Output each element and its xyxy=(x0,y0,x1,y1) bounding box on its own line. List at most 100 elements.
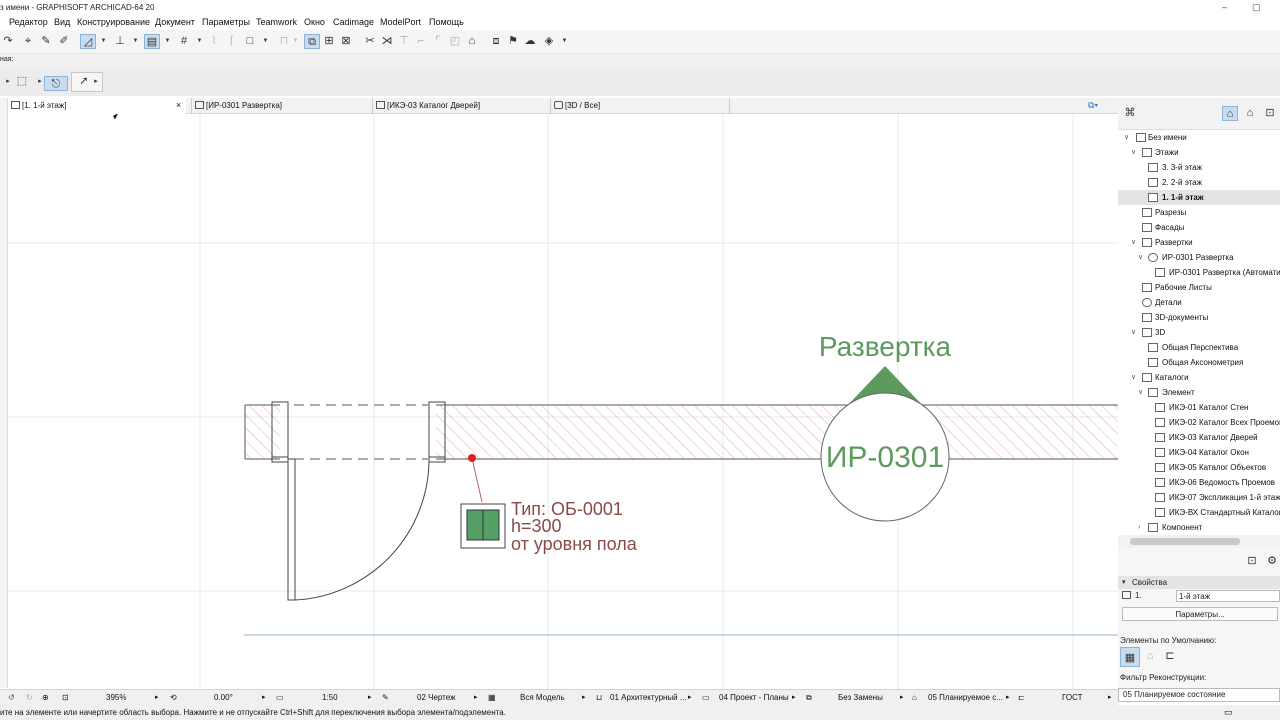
panel-toggle-icon[interactable]: ▭ xyxy=(1224,705,1233,720)
view-map-icon[interactable]: ⌂ xyxy=(1242,106,1258,121)
layer-dropdown-icon[interactable]: ▸ xyxy=(688,693,692,701)
roof-icon[interactable]: ⌂ xyxy=(464,34,480,49)
suspend-groups-icon[interactable]: ⧉ xyxy=(304,34,320,49)
override-dropdown-icon[interactable]: ▸ xyxy=(900,693,904,701)
nav-item-facades[interactable]: Фасады xyxy=(1118,220,1280,235)
menu-help[interactable]: Помощь xyxy=(429,17,464,27)
fillet-icon[interactable]: ⌐ xyxy=(413,34,429,49)
nav-item-elevation-auto[interactable]: ИР-0301 Развертка (Автоматич xyxy=(1118,265,1280,280)
grid-dropdown-icon[interactable]: ▼ xyxy=(196,34,203,49)
nav-item-component[interactable]: › Компонент xyxy=(1118,520,1280,535)
angle-dropdown-icon[interactable]: ▸ xyxy=(262,693,266,701)
tab-elevation[interactable]: [ИР-0301 Развертка] xyxy=(191,98,371,114)
dimension-value[interactable]: ГОСТ xyxy=(1062,693,1083,702)
nav-item-3d-documents[interactable]: 3D-документы xyxy=(1118,310,1280,325)
zoom-dropdown-icon[interactable]: ▸ xyxy=(155,693,159,701)
nav-item-schedules[interactable]: ∨ Каталоги xyxy=(1118,370,1280,385)
nav-item-stories[interactable]: ∨ Этажи xyxy=(1118,145,1280,160)
navigator-menu-icon[interactable]: ⌘ xyxy=(1122,106,1138,121)
guide-lines-icon[interactable]: ◿ xyxy=(80,34,96,49)
model-view-dropdown-icon[interactable]: ▸ xyxy=(582,693,586,701)
snap-icon[interactable]: ⌖ xyxy=(20,34,36,49)
rotated-marquee-icon[interactable]: ⎋ xyxy=(44,76,68,91)
menu-modelport[interactable]: ModelPort xyxy=(380,17,421,27)
snap-guides-dropdown-icon[interactable]: ▼ xyxy=(132,34,139,49)
pen-set-value[interactable]: 02 Чертеж xyxy=(417,693,455,702)
menu-design[interactable]: Конструирование xyxy=(77,17,150,27)
brush-icon[interactable]: ⚑ xyxy=(505,34,521,49)
pen-set-icon[interactable]: ✎ xyxy=(382,693,389,702)
layer-dropdown-icon[interactable]: ▼ xyxy=(164,34,171,49)
render-dropdown-icon[interactable]: ▼ xyxy=(561,34,568,49)
adjust-icon[interactable]: ◰ xyxy=(447,34,463,49)
redo-icon[interactable]: ↷ xyxy=(0,34,16,49)
view-set-icon[interactable]: ▭ xyxy=(702,693,710,702)
tabs-menu-icon[interactable]: ⧉▾ xyxy=(1088,100,1098,111)
solid-ops-icon[interactable]: ⧈ xyxy=(488,34,504,49)
nav-item-schedule-standard[interactable]: ИКЭ-ВХ Стандартный Каталог xyxy=(1118,505,1280,520)
nav-item-axonometry[interactable]: Общая Аксонометрия xyxy=(1118,355,1280,370)
menu-teamwork[interactable]: Teamwork xyxy=(256,17,297,27)
window-icon[interactable]: □ xyxy=(242,34,258,49)
nav-item-details[interactable]: Детали xyxy=(1118,295,1280,310)
menu-options[interactable]: Параметры xyxy=(202,17,250,27)
maximize-button[interactable]: ▢ xyxy=(1252,2,1261,13)
nav-item-3d[interactable]: ∨ 3D xyxy=(1118,325,1280,340)
angle-value[interactable]: 0.00° xyxy=(214,693,233,702)
trim-icon[interactable]: ⊤ xyxy=(396,34,412,49)
grid-icon[interactable]: # xyxy=(176,34,192,49)
zoom-in-icon[interactable]: ⊕ xyxy=(42,693,49,702)
nav-item-project[interactable]: ∨ Без имени xyxy=(1118,130,1280,145)
view-set-value[interactable]: 04 Проект - Планы xyxy=(719,693,789,702)
renovation-value[interactable]: 05 Планируемое с... xyxy=(928,693,1003,702)
layer-combination-icon[interactable]: ▤ xyxy=(144,34,160,49)
properties-header[interactable]: ▾ Свойства xyxy=(1118,576,1280,589)
project-map-icon[interactable]: ⌂ xyxy=(1222,106,1238,121)
override-icon[interactable]: ⧉ xyxy=(806,693,812,703)
split-icon[interactable]: ✂ xyxy=(362,34,378,49)
nav-item-schedule-walls[interactable]: ИКЭ-01 Каталог Стен xyxy=(1118,400,1280,415)
default-objects-icon[interactable]: ⌂ xyxy=(1142,649,1158,664)
dimension-icon[interactable]: ⊏ xyxy=(1018,693,1025,702)
guide-lines-dropdown-icon[interactable]: ▼ xyxy=(100,34,107,49)
nav-item-sections[interactable]: Разрезы xyxy=(1118,205,1280,220)
lock-dropdown-icon[interactable]: ▼ xyxy=(292,34,299,49)
menu-editor[interactable]: Редактор xyxy=(9,17,48,27)
intersect-icon[interactable]: ⋊ xyxy=(379,34,395,49)
nav-item-worksheets[interactable]: Рабочие Листы xyxy=(1118,280,1280,295)
story-name-field[interactable]: 1-й этаж xyxy=(1176,590,1280,602)
nav-item-schedule-zones[interactable]: ИКЭ-07 Экспликация 1-й этаж xyxy=(1118,490,1280,505)
navigator-scrollbar[interactable] xyxy=(1118,535,1280,548)
snap-guides-icon[interactable]: ⊥ xyxy=(112,34,128,49)
scale-icon[interactable]: ▭ xyxy=(276,693,284,702)
render-icon[interactable]: ◈ xyxy=(541,34,557,49)
trace-reference-icon[interactable]: ⌈ xyxy=(224,34,240,49)
tab-3d[interactable]: [3D / Все] xyxy=(550,98,730,114)
arrow-dropdown-icon[interactable]: ▸ xyxy=(92,74,100,89)
undo-zoom-icon[interactable]: ↺ xyxy=(8,693,15,702)
window-dropdown-icon[interactable]: ▼ xyxy=(262,34,269,49)
rotation-icon[interactable]: ⟲ xyxy=(170,693,177,702)
layer-icon[interactable]: ⊔ xyxy=(596,693,602,702)
layout-book-icon[interactable]: ⊡ xyxy=(1262,106,1278,121)
fit-icon[interactable]: ⊠ xyxy=(338,34,354,49)
floor-plan-canvas[interactable]: Развертка ИР-0301 Тип: ОБ-0001 h=300 от … xyxy=(8,114,1118,689)
layer-value[interactable]: 01 Архитектурный ... xyxy=(610,693,687,702)
nav-item-elevations[interactable]: ∨ Развертки xyxy=(1118,235,1280,250)
trace-icon[interactable]: ⌇ xyxy=(206,34,222,49)
nav-item-perspective[interactable]: Общая Перспектива xyxy=(1118,340,1280,355)
zoom-value[interactable]: 395% xyxy=(106,693,126,702)
offset-icon[interactable]: ⌜ xyxy=(430,34,446,49)
default-dimensions-icon[interactable]: ⊏ xyxy=(1162,649,1178,664)
minimize-button[interactable]: ‒ xyxy=(1222,2,1227,12)
nav-item-story-1[interactable]: 1. 1-й этаж xyxy=(1118,190,1280,205)
default-walls-icon[interactable]: ▦ xyxy=(1120,647,1140,667)
syringe-icon[interactable]: ✐ xyxy=(56,34,72,49)
nav-item-story-3[interactable]: 3. 3-й этаж xyxy=(1118,160,1280,175)
renovation-filter-select[interactable]: 05 Планируемое состояние xyxy=(1118,688,1280,702)
redo-zoom-icon[interactable]: ↻ xyxy=(26,693,33,702)
arrow-tool-icon[interactable]: ➚ xyxy=(76,74,92,89)
cloud-icon[interactable]: ☁ xyxy=(522,34,538,49)
menu-view[interactable]: Вид xyxy=(54,17,70,27)
nav-item-schedule-objects[interactable]: ИКЭ-05 Каталог Объектов xyxy=(1118,460,1280,475)
